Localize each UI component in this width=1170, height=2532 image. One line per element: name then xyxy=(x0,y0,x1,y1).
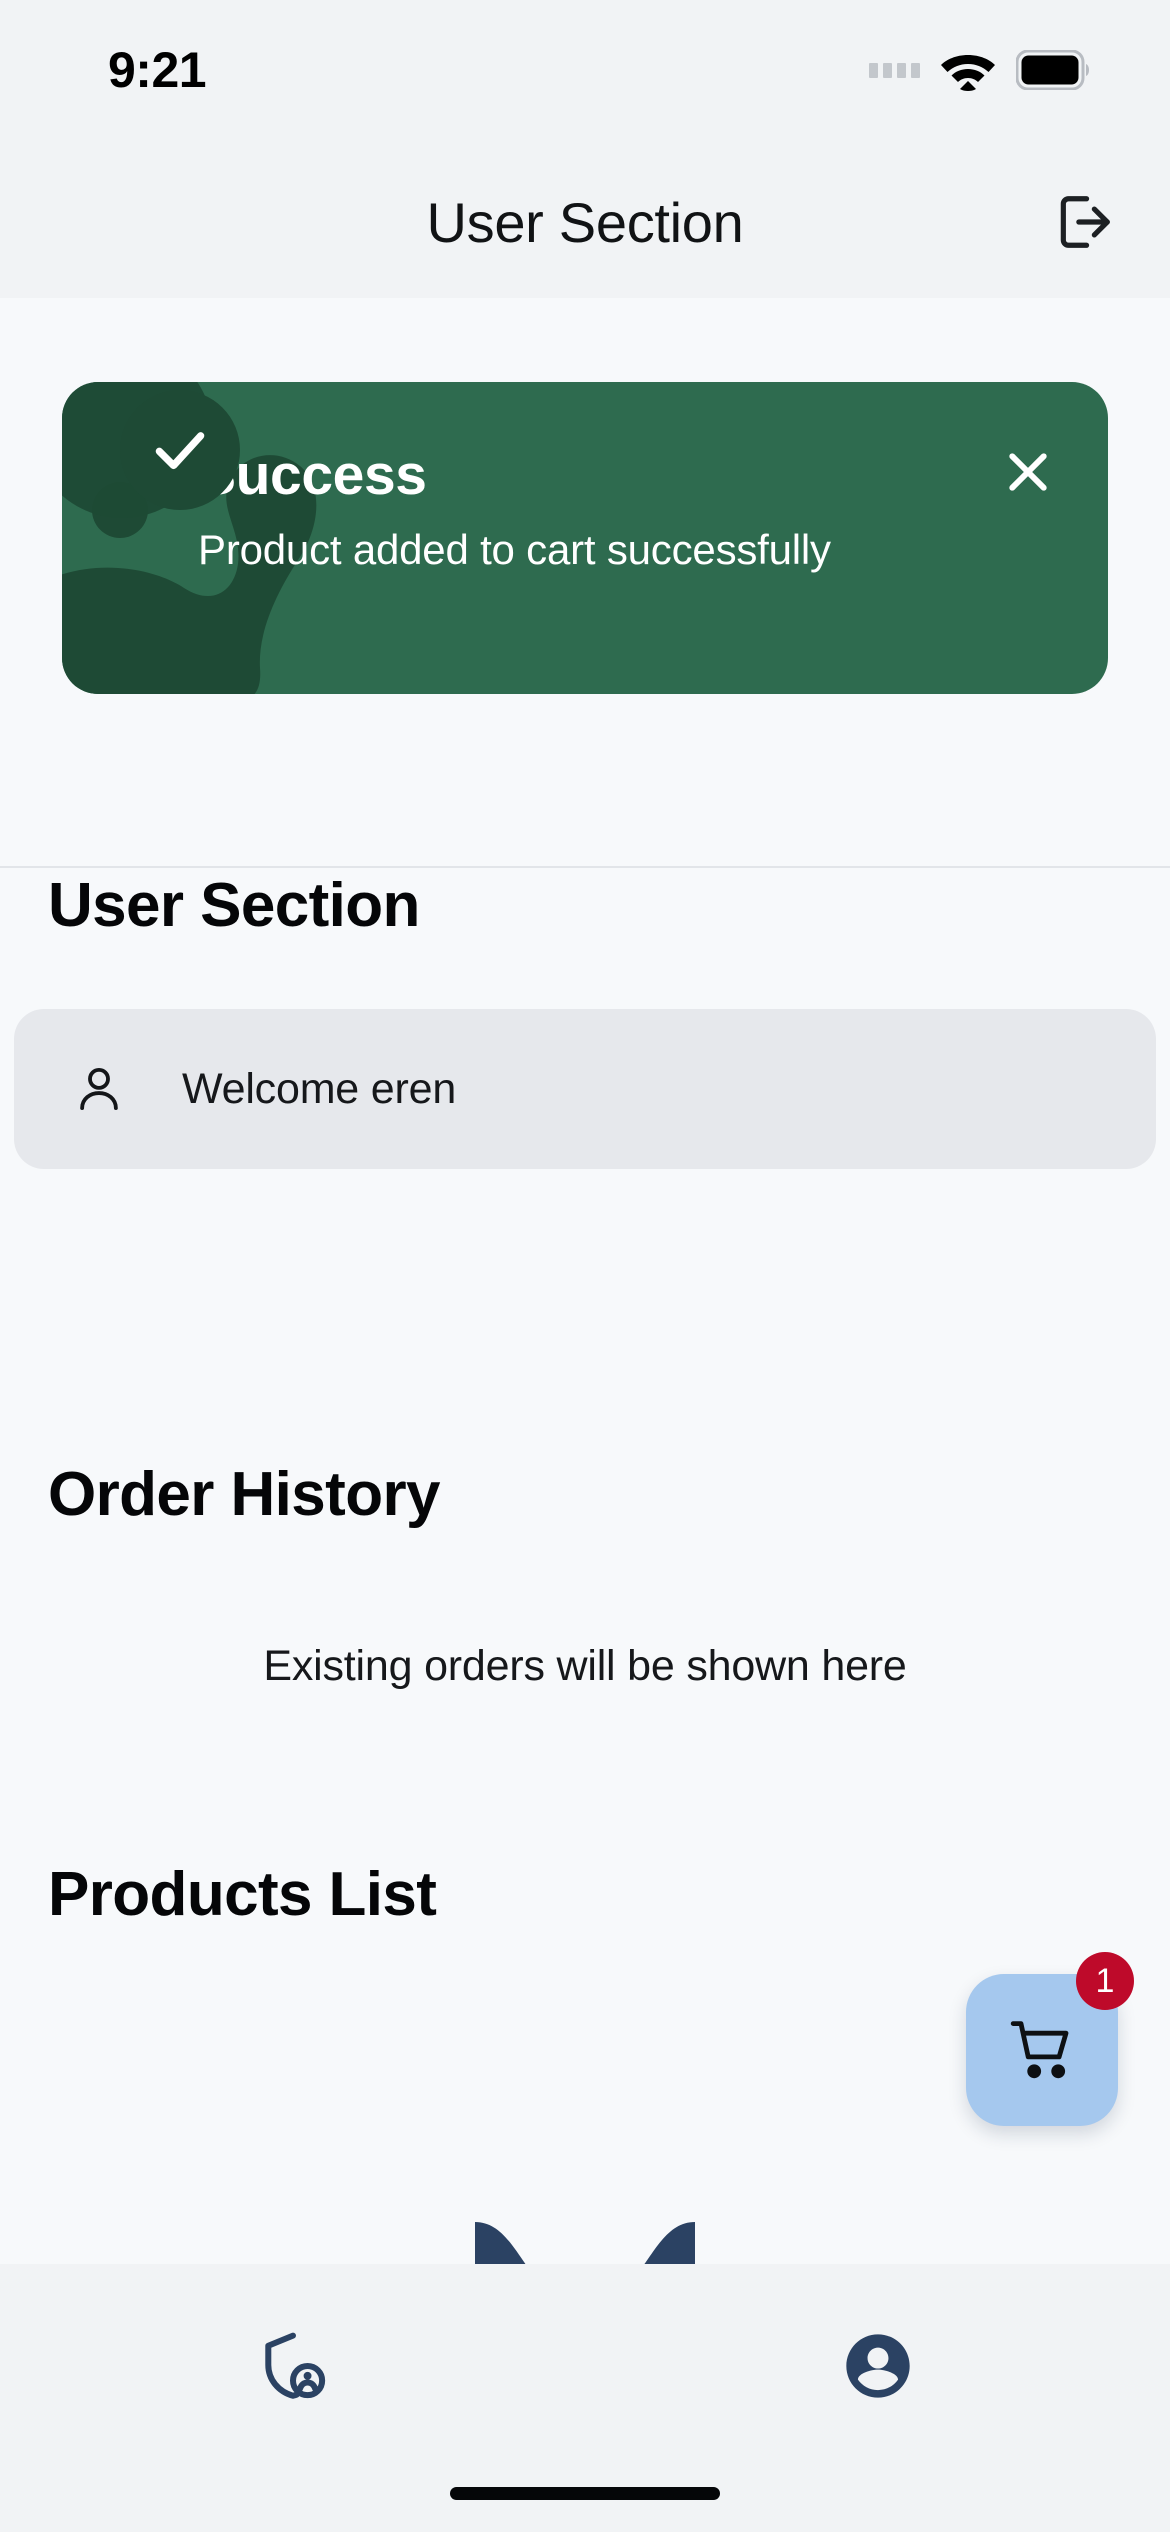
sidebar-item-user[interactable] xyxy=(585,2306,1170,2426)
signal-dots-icon xyxy=(869,62,920,78)
sidebar-item-admin[interactable] xyxy=(0,2306,585,2426)
welcome-field[interactable]: Welcome eren xyxy=(14,1009,1156,1169)
status-bar-time: 9:21 xyxy=(108,42,207,98)
status-bar-indicators xyxy=(869,49,1092,91)
welcome-text: Welcome eren xyxy=(182,1064,457,1113)
empty-orders-message: Existing orders will be shown here xyxy=(263,1642,907,1690)
cart-fab-wrapper: 1 xyxy=(966,1952,1134,2126)
logout-icon xyxy=(1060,196,1110,248)
toast-status-badge xyxy=(120,390,240,510)
cart-badge-count: 1 xyxy=(1076,1952,1134,2010)
toast-title: Success xyxy=(198,443,427,507)
check-icon xyxy=(155,432,205,470)
user-section-heading: User Section xyxy=(48,871,420,940)
phone-screen: 9:21 User Section Success Product added … xyxy=(0,0,1170,2532)
main-content: User Section Welcome eren Order History … xyxy=(0,870,1170,1930)
status-bar: 9:21 xyxy=(0,0,1170,146)
shield-person-icon xyxy=(264,2332,325,2399)
toast-area: Success Product added to cart successful… xyxy=(0,298,1170,868)
bottom-navigation-bar xyxy=(0,2264,1170,2532)
logout-button[interactable] xyxy=(1038,176,1130,268)
app-bar: User Section xyxy=(0,146,1170,298)
person-outline-icon xyxy=(80,1067,118,1111)
toast-text-block: Success Product added to cart successful… xyxy=(198,443,831,574)
home-indicator xyxy=(450,2487,720,2500)
bottom-nav-items xyxy=(0,2306,1170,2426)
page-title: User Section xyxy=(426,190,744,254)
order-history-heading: Order History xyxy=(48,1460,440,1529)
toast-message: Product added to cart successfully xyxy=(198,525,831,573)
toast-close-button[interactable] xyxy=(992,436,1064,508)
products-list-heading: Products List xyxy=(48,1860,437,1929)
wifi-icon xyxy=(941,55,995,91)
shopping-cart-icon xyxy=(1010,2021,1069,2079)
success-toast[interactable]: Success Product added to cart successful… xyxy=(62,382,1108,694)
account-circle-icon xyxy=(845,2334,910,2398)
close-icon xyxy=(1009,453,1047,491)
battery-full-icon xyxy=(1016,50,1089,90)
